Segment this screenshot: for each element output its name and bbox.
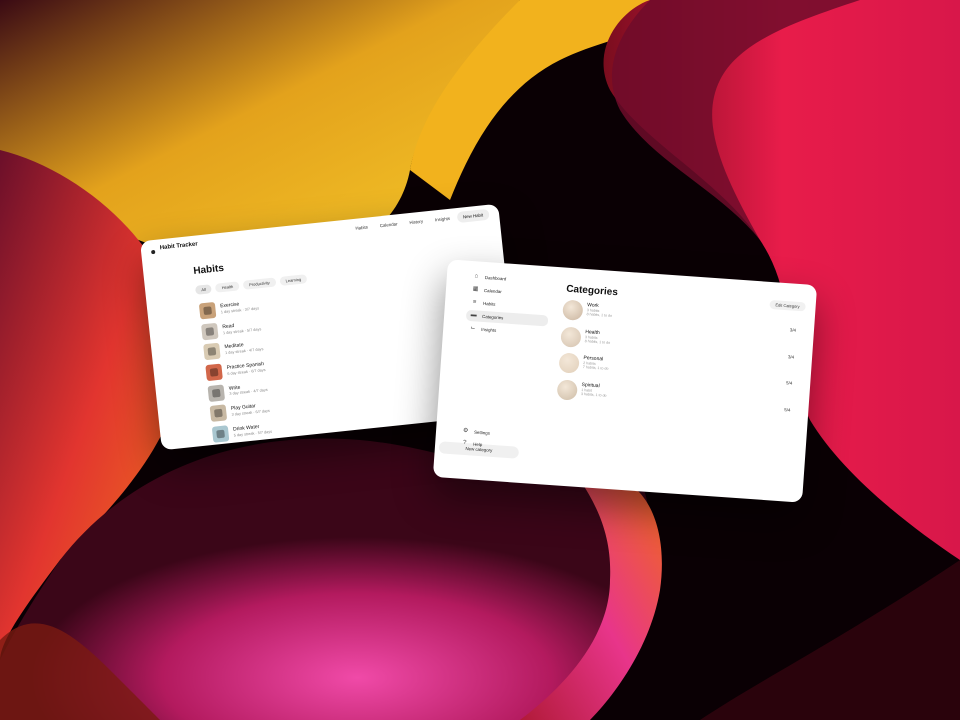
new-habit-button[interactable]: New Habit [456,208,490,224]
sidebar-item-label: Calendar [483,287,502,295]
habit-image-icon [214,409,223,418]
edit-category-button[interactable]: Edit Category [769,299,806,312]
habit-text: Meditate 1 day streak · 4/7 days [224,342,263,356]
sidebar-item-label: Help [473,441,483,448]
categories-window: New category ⌂ Dashboard ▦ Calendar ≡ Habits ▬… [432,259,818,503]
nav-history[interactable]: History [404,215,429,228]
habit-thumbnail [201,322,219,341]
chart-icon: ⌙ [470,325,476,332]
category-summary: 7 habits, 1 to do [582,365,609,372]
nav-calendar[interactable]: Calendar [374,218,403,232]
sidebar-item-label: Insights [481,326,497,333]
category-progress: 3/4 [789,327,797,333]
filter-all[interactable]: All [194,284,213,295]
gear-icon: ⚙ [462,427,469,435]
list-icon: ≡ [472,299,477,306]
filter-learning[interactable]: Learning [279,274,308,286]
category-summary: 8 habits, 1 to do [584,338,611,345]
help-icon: ? [462,439,467,447]
habit-image-icon [211,388,221,398]
sidebar-item-label: Settings [473,429,491,436]
habit-text: Drink Water 5 day streak · 5/7 days [233,423,272,437]
category-progress: 3/4 [787,353,795,360]
logo-icon [151,249,156,255]
habit-list: Exercise 1 day streak · 3/7 days Read 1 day… [198,281,415,451]
category-text: Spiritual 1 habit 3 habits, 1 to do [581,381,608,397]
category-avatar [562,299,584,321]
folder-icon: ▬ [470,312,477,319]
habit-thumbnail [209,404,228,423]
filter-health[interactable]: Health [215,281,240,293]
habit-image-icon [209,368,219,377]
app-title[interactable]: Habit Tracker [160,241,198,251]
nav-insights[interactable]: Insights [429,212,455,226]
category-progress: 5/4 [785,380,793,386]
sidebar: New category ⌂ Dashboard ▦ Calendar ≡ Habits ▬… [433,259,549,483]
habit-text: Play Guitar 3 day streak · 6/7 days [231,403,270,417]
category-progress: 5/4 [784,406,791,413]
habit-text: Practice Spanish 6 day streak · 6/7 days [226,361,266,376]
habit-thumbnail [211,425,230,443]
habit-text: Write 3 day streak · 4/7 days [229,383,268,397]
habit-thumbnail [207,384,226,402]
nav-habits[interactable]: Habits [350,221,373,234]
habit-text: Exercise 1 day streak · 3/7 days [220,301,259,315]
habit-image-icon [205,327,215,336]
habit-image-icon [203,306,213,316]
category-summary: 8 habits, 1 to do [586,312,613,319]
sidebar-item-label: Categories [481,313,504,321]
habit-thumbnail [205,363,223,382]
habit-thumbnail [203,343,221,361]
sidebar-item-label: Habits [482,300,496,307]
page-title: Habits [192,262,225,277]
category-text: Personal 2 habits 7 habits, 1 to do [583,355,610,371]
category-list: Work 3 habits 8 habits, 1 to do 3/4 Health 3 … [556,298,803,420]
page-title: Categories [565,283,619,299]
category-avatar [560,325,582,348]
habit-text: Read 1 day streak · 5/7 days [222,321,261,335]
category-avatar [556,378,578,401]
calendar-icon: ▦ [472,286,479,293]
habit-image-icon [207,347,217,357]
category-avatar [558,352,580,374]
category-summary: 3 habits, 1 to do [580,391,607,398]
filter-productivity[interactable]: Productivity [242,277,277,290]
habit-thumbnail [198,302,217,320]
sidebar-item-label: Dashboard [484,274,507,282]
habit-image-icon [216,429,225,439]
category-text: Health 3 habits 8 habits, 1 to do [585,329,612,345]
home-icon: ⌂ [474,273,479,280]
category-text: Work 3 habits 8 habits, 1 to do [586,302,613,318]
